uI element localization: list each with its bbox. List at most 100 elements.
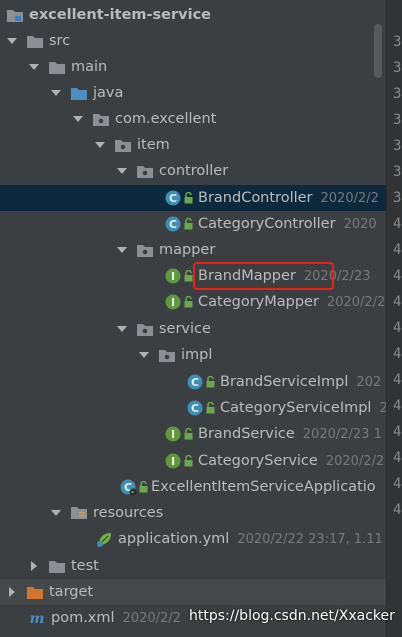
watermark-text: https://blog.csdn.net/Xxacker xyxy=(189,608,395,624)
tree-row-src[interactable]: src xyxy=(0,28,386,54)
tree-row-item[interactable]: item xyxy=(0,132,386,158)
svg-text:C: C xyxy=(191,376,199,389)
file-meta: 202 xyxy=(356,374,382,390)
folder-label: src xyxy=(49,33,71,49)
file-meta: 2020/2/2 xyxy=(325,453,385,469)
chevron-down-icon[interactable] xyxy=(92,137,108,153)
chevron-down-icon[interactable] xyxy=(26,59,42,75)
chevron-down-icon[interactable] xyxy=(114,321,130,337)
file-name: application.yml xyxy=(118,531,230,547)
tree-row-application-class[interactable]: C ExcellentItemServiceApplicatio xyxy=(0,474,386,500)
tree-row-main[interactable]: main xyxy=(0,54,386,80)
chevron-down-icon[interactable] xyxy=(114,163,130,179)
svg-text:C: C xyxy=(169,192,177,205)
chevron-right-icon[interactable] xyxy=(4,584,20,600)
chevron-down-icon[interactable] xyxy=(4,33,20,49)
package-label: controller xyxy=(159,163,229,179)
package-icon xyxy=(114,136,132,154)
source-folder-icon xyxy=(70,84,88,102)
line-number: 4 xyxy=(393,398,402,414)
svg-text:I: I xyxy=(171,270,175,283)
tree-row-java[interactable]: java xyxy=(0,80,386,106)
package-icon xyxy=(158,346,176,364)
tree-row-service[interactable]: service xyxy=(0,316,386,342)
chevron-down-icon[interactable] xyxy=(48,505,64,521)
svg-text:C: C xyxy=(169,218,177,231)
lock-icon xyxy=(183,191,193,205)
line-number: 4 xyxy=(393,268,402,284)
folder-label: target xyxy=(49,584,94,600)
svg-text:I: I xyxy=(171,455,175,468)
tree-row-mapper[interactable]: mapper xyxy=(0,237,386,263)
folder-label: test xyxy=(71,558,99,574)
tree-row-impl[interactable]: impl xyxy=(0,342,386,368)
svg-text:m: m xyxy=(30,611,45,625)
line-number: 4 xyxy=(393,294,402,310)
line-number: 3 xyxy=(393,138,402,154)
package-icon xyxy=(136,320,154,338)
scrollbar-thumb[interactable] xyxy=(374,24,382,78)
line-number: 4 xyxy=(393,450,402,466)
tree-row-category-mapper[interactable]: I CategoryMapper 2020/2/23 xyxy=(0,289,386,315)
line-number: 3 xyxy=(393,190,402,206)
file-name: CategoryController xyxy=(198,216,336,232)
tree-row-brand-service[interactable]: I BrandService 2020/2/23 1 xyxy=(0,421,386,447)
lock-icon xyxy=(183,217,193,231)
folder-label: java xyxy=(93,85,124,101)
chevron-down-icon[interactable] xyxy=(70,111,86,127)
highlight-annotation-box xyxy=(193,262,334,290)
chevron-down-icon[interactable] xyxy=(114,242,130,258)
project-tree: excellent-item-service src main java com… xyxy=(0,0,386,637)
svg-text:I: I xyxy=(171,296,175,309)
line-number: 3 xyxy=(393,86,402,102)
file-name: BrandController xyxy=(198,190,313,206)
tree-row-application-yml[interactable]: application.yml 2020/2/22 23:17, 1.11 k xyxy=(0,526,386,552)
module-folder-icon xyxy=(6,6,24,24)
package-icon xyxy=(136,241,154,259)
spring-leaf-icon xyxy=(96,530,114,548)
file-name: CategoryServiceImpl xyxy=(220,400,372,416)
chevron-right-icon[interactable] xyxy=(26,558,42,574)
file-name: BrandServiceImpl xyxy=(220,374,349,390)
file-meta: 2020/2/23 xyxy=(326,294,386,310)
tree-row-controller[interactable]: controller xyxy=(0,158,386,184)
folder-icon xyxy=(48,557,66,575)
file-name: BrandService xyxy=(198,426,295,442)
tree-row-brand-controller[interactable]: C BrandController 2020/2/2 xyxy=(0,185,386,211)
interface-icon: I xyxy=(164,425,182,443)
interface-icon: I xyxy=(164,452,182,470)
file-name: ExcellentItemServiceApplicatio xyxy=(151,479,376,495)
tree-row-test[interactable]: test xyxy=(0,553,386,579)
file-name: CategoryService xyxy=(198,453,318,469)
line-number: 3 xyxy=(393,164,402,180)
line-number: 3 xyxy=(393,34,402,50)
tree-row-project[interactable]: excellent-item-service xyxy=(0,2,386,28)
class-icon: C xyxy=(186,399,204,417)
line-number: 4 xyxy=(393,242,402,258)
tree-row-category-service[interactable]: I CategoryService 2020/2/2 xyxy=(0,448,386,474)
folder-label: resources xyxy=(93,505,164,521)
interface-icon: I xyxy=(164,267,182,285)
tree-row-brand-service-impl[interactable]: C BrandServiceImpl 202 xyxy=(0,369,386,395)
line-number: 4 xyxy=(393,216,402,232)
folder-icon xyxy=(48,58,66,76)
lock-icon xyxy=(183,454,193,468)
chevron-down-icon[interactable] xyxy=(48,85,64,101)
tree-row-target[interactable]: target xyxy=(0,579,386,605)
spring-boot-class-icon: C xyxy=(119,478,137,496)
package-label: mapper xyxy=(159,242,216,258)
chevron-down-icon[interactable] xyxy=(136,347,152,363)
class-icon: C xyxy=(164,215,182,233)
excluded-folder-icon xyxy=(26,583,44,601)
tree-row-resources[interactable]: resources xyxy=(0,500,386,526)
file-name: CategoryMapper xyxy=(198,294,319,310)
package-icon xyxy=(92,110,110,128)
class-icon: C xyxy=(164,189,182,207)
line-number: 4 xyxy=(393,346,402,362)
tree-row-category-service-impl[interactable]: C CategoryServiceImpl 2 xyxy=(0,395,386,421)
line-number: 4 xyxy=(393,424,402,440)
tree-row-category-controller[interactable]: C CategoryController 2020 xyxy=(0,211,386,237)
tree-row-package[interactable]: com.excellent xyxy=(0,106,386,132)
editor-gutter: 3 3 3 3 3 3 3 4 4 4 4 4 4 4 4 4 4 4 4 xyxy=(386,0,402,637)
package-label: com.excellent xyxy=(115,111,217,127)
